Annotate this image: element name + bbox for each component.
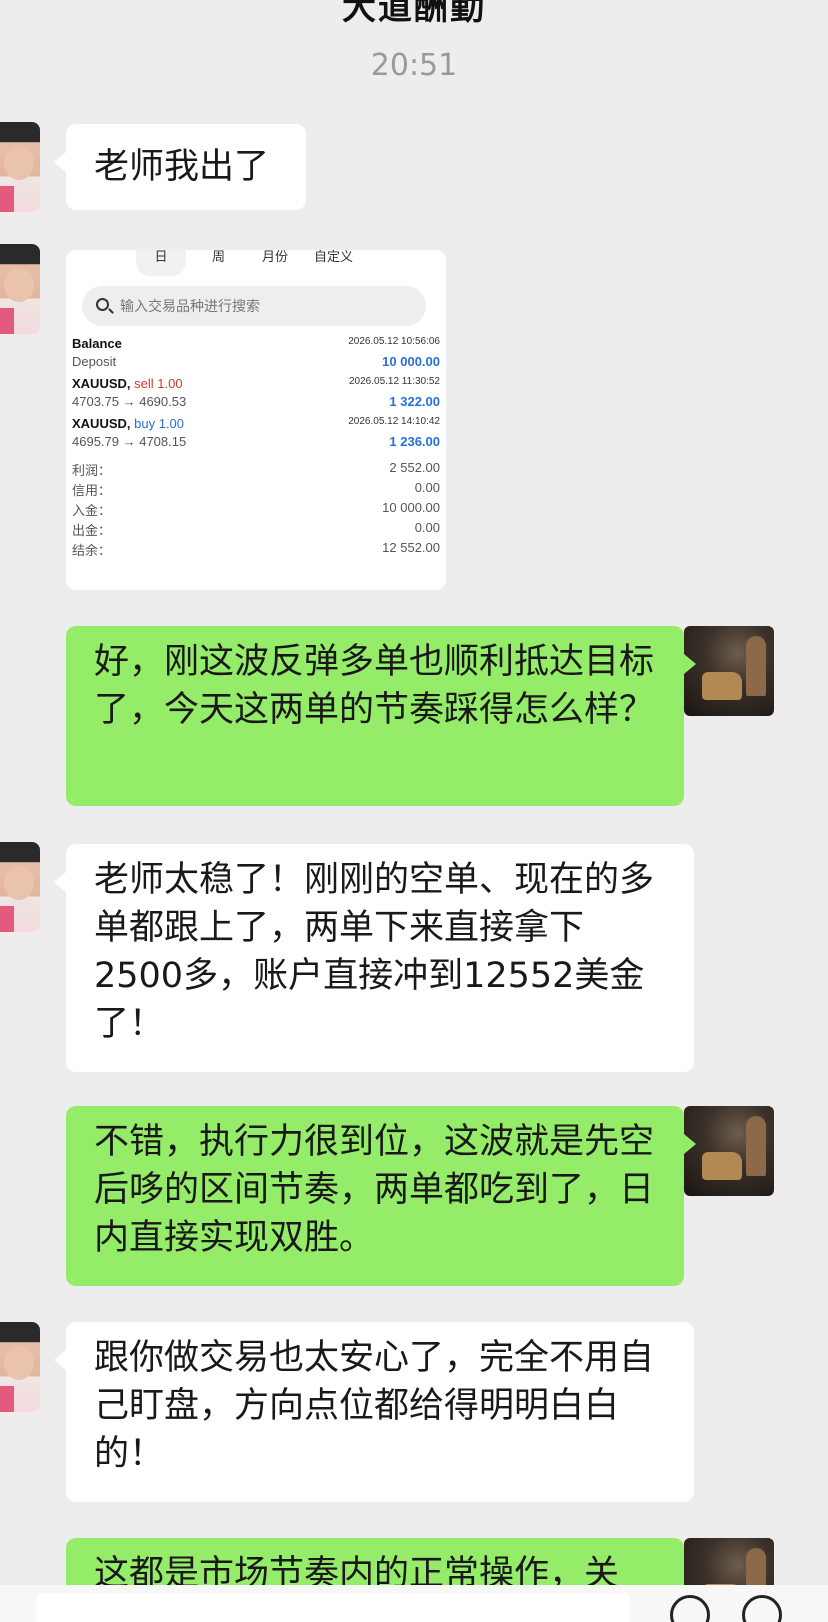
chat-header: 大道酬勤 (0, 0, 828, 44)
add-icon[interactable] (742, 1595, 782, 1622)
balance-time: 2026.05.12 10:56:06 (348, 336, 440, 347)
tab-custom: 自定义 (314, 250, 354, 264)
summary-value: 12 552.00 (382, 540, 440, 555)
tab-day: 日 (136, 250, 186, 276)
sell-symbol: XAUUSD, (72, 376, 131, 391)
summary-label: 信用： (72, 483, 112, 498)
message-bubble-incoming[interactable]: 跟你做交易也太安心了，完全不用自己盯盘，方向点位都给得明明白白的！ (54, 1322, 694, 1502)
summary-label: 结余： (72, 543, 112, 558)
balance-label: Balance (72, 336, 122, 351)
message-bubble-incoming[interactable]: 老师太稳了！刚刚的空单、现在的多单都跟上了，两单下来直接拿下2500多，账户直接… (54, 844, 694, 1072)
summary-value: 10 000.00 (382, 500, 440, 515)
buy-side: buy 1.00 (134, 416, 185, 431)
chat-title: 大道酬勤 (342, 0, 486, 28)
search-placeholder: 输入交易品种进行搜索 (120, 298, 260, 314)
symbol-search-field: 输入交易品种进行搜索 (82, 286, 426, 326)
message-bubble-incoming[interactable]: 老师我出了 (54, 124, 306, 210)
contact-avatar[interactable] (0, 842, 40, 932)
buy-prices: 4695.79 → 4708.15 (72, 434, 187, 449)
contact-avatar[interactable] (0, 1322, 40, 1412)
search-icon (96, 298, 109, 311)
sell-time: 2026.05.12 11:30:52 (348, 376, 440, 387)
period-tabs: 日 周 月份 自定义 (136, 250, 376, 276)
summary-value: 0.00 (414, 480, 440, 495)
contact-avatar[interactable] (0, 244, 40, 334)
message-timestamp: 20:51 (370, 48, 458, 83)
my-avatar[interactable] (684, 1106, 774, 1196)
message-input[interactable] (36, 1593, 630, 1622)
tab-week: 周 (212, 250, 226, 264)
deposit-value: 10 000.00 (382, 354, 440, 369)
my-avatar[interactable] (684, 626, 774, 716)
buy-profit: 1 236.00 (389, 434, 440, 449)
summary-label: 利润： (72, 463, 112, 478)
buy-symbol: XAUUSD, (72, 416, 131, 431)
summary-value: 2 552.00 (389, 460, 440, 475)
summary-label: 出金： (72, 523, 112, 538)
deposit-label: Deposit (72, 354, 117, 369)
message-input-bar (0, 1585, 828, 1622)
buy-time: 2026.05.12 14:10:42 (348, 416, 440, 427)
contact-avatar[interactable] (0, 122, 40, 212)
sell-prices: 4703.75 → 4690.53 (72, 394, 187, 409)
emoji-icon[interactable] (670, 1595, 710, 1622)
sell-side: sell 1.00 (134, 376, 183, 391)
summary-label: 入金： (72, 503, 112, 518)
summary-value: 0.00 (414, 520, 440, 535)
tab-month: 月份 (262, 250, 289, 264)
message-bubble-outgoing[interactable]: 好，刚这波反弹多单也顺利抵达目标了，今天这两单的节奏踩得怎么样？ (66, 626, 696, 806)
trade-history-image[interactable]: 日 周 月份 自定义 输入交易品种进行搜索 Balance 2026.05.12… (66, 250, 446, 590)
message-bubble-outgoing[interactable]: 不错，执行力很到位，这波就是先空后哆的区间节奏，两单都吃到了，日内直接实现双胜。 (66, 1106, 696, 1286)
sell-profit: 1 322.00 (389, 394, 440, 409)
